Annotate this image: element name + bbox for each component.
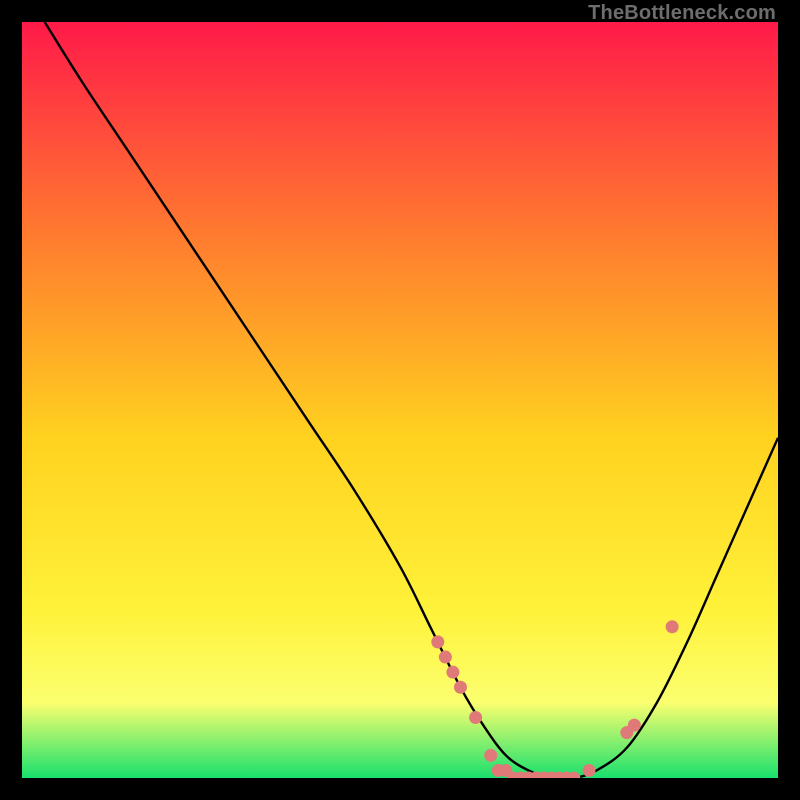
data-dot [431,635,444,648]
data-dot [666,620,679,633]
data-dot [484,749,497,762]
chart-frame [22,22,778,778]
data-dot [454,681,467,694]
data-dot [446,666,459,679]
data-dot [469,711,482,724]
data-dot [439,651,452,664]
attribution-text: TheBottleneck.com [588,2,776,25]
data-dot [628,719,641,732]
gradient-background [22,22,778,778]
data-dot [583,764,596,777]
bottleneck-chart [22,22,778,778]
